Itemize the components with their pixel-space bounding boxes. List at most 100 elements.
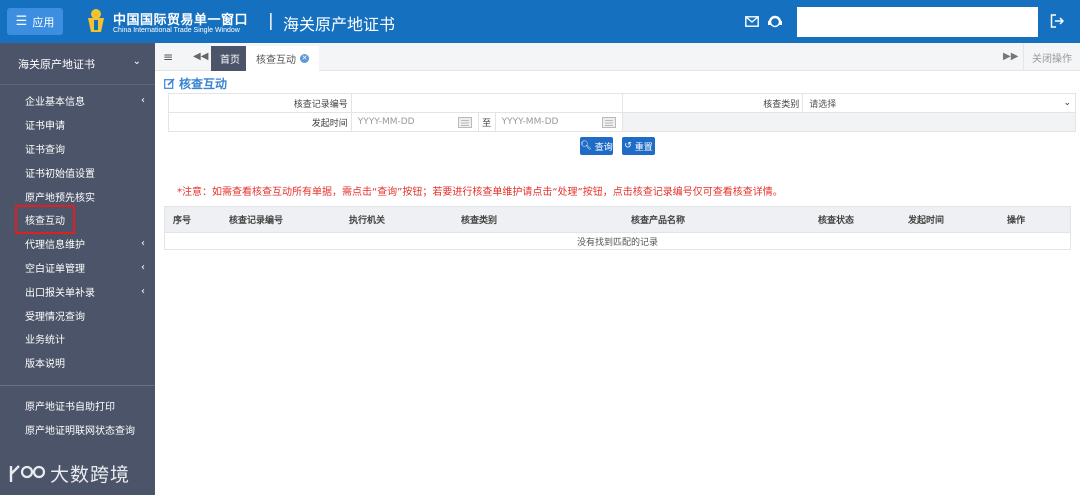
title-separator: | bbox=[268, 11, 274, 31]
watermark-logo-icon bbox=[9, 464, 46, 482]
sidebar-item-label: 证书申请 bbox=[25, 121, 65, 133]
sidebar-item-origin-preverify[interactable]: 原产地预先核实 bbox=[0, 184, 155, 208]
category-label: 核查类别 bbox=[622, 94, 804, 113]
category-select-value: 请选择 bbox=[809, 99, 837, 110]
sidebar-item-blank-forms[interactable]: 空白证单管理 ‹ bbox=[0, 256, 155, 280]
chevron-left-icon: ‹ bbox=[141, 238, 145, 250]
sidebar: 海关原产地证书 ⌄ 企业基本信息 ‹ 证书申请 证书查询 证书初始值设置 原产地… bbox=[0, 43, 155, 495]
support-icon[interactable] bbox=[767, 14, 783, 29]
reset-button[interactable]: ↺ 重置 bbox=[622, 137, 655, 155]
calendar-icon[interactable] bbox=[457, 116, 472, 128]
query-button-label: 查询 bbox=[594, 142, 613, 153]
date-from-placeholder: YYYY-MM-DD bbox=[357, 117, 415, 127]
column-header: 操作 bbox=[1007, 216, 1026, 226]
category-select[interactable]: 请选择 ⌄ bbox=[803, 94, 1076, 113]
sidebar-item-label: 原产地预先核实 bbox=[25, 192, 95, 204]
calendar-icon[interactable] bbox=[601, 116, 616, 128]
chevron-left-icon: ‹ bbox=[141, 261, 145, 273]
brand-name-cn: 中国国际贸易单一窗口 bbox=[113, 13, 249, 28]
tab-scroll-left-icon[interactable]: ◀◀ bbox=[193, 51, 208, 62]
column-header: 核查记录编号 bbox=[229, 216, 284, 226]
tab-bar: ≡ ◀◀ 首页 核查互动 ✕ ▶▶ 关闭操作 bbox=[155, 43, 1080, 71]
query-button[interactable]: 🔍︎ 查询 bbox=[580, 137, 613, 155]
record-no-input[interactable] bbox=[351, 94, 623, 113]
sidebar-item-label: 核查互动 bbox=[15, 205, 75, 235]
app-button-label: 应用 bbox=[32, 15, 55, 29]
sidebar-item-label: 原产地证明联网状态查询 bbox=[25, 425, 135, 437]
column-header: 执行机关 bbox=[349, 216, 386, 226]
customs-emblem-icon bbox=[88, 9, 104, 32]
results-table: 序号 核查记录编号 执行机关 核查类别 核查产品名称 核查状态 发起时间 操作 … bbox=[164, 206, 1071, 250]
sidebar-item-agent-info[interactable]: 代理信息维护 ‹ bbox=[0, 232, 155, 256]
tab-scroll-right-icon[interactable]: ▶▶ bbox=[1003, 51, 1018, 62]
sidebar-item-company-info[interactable]: 企业基本信息 ‹ bbox=[0, 89, 155, 113]
column-header: 发起时间 bbox=[908, 216, 945, 226]
menu-toggle-icon[interactable]: ≡ bbox=[163, 50, 173, 64]
date-from-input[interactable]: YYYY-MM-DD bbox=[351, 113, 479, 132]
sidebar-item-label: 版本说明 bbox=[25, 359, 65, 371]
page-title: 核查互动 bbox=[164, 75, 227, 92]
sidebar-item-label: 代理信息维护 bbox=[25, 240, 85, 252]
chevron-down-icon: ⌄ bbox=[1063, 98, 1071, 108]
close-operations-button[interactable]: 关闭操作 bbox=[1023, 43, 1080, 71]
sidebar-item-label: 企业基本信息 bbox=[25, 97, 85, 109]
sidebar-item-acceptance-query[interactable]: 受理情况查询 bbox=[0, 303, 155, 327]
sidebar-menu: 企业基本信息 ‹ 证书申请 证书查询 证书初始值设置 原产地预先核实 核查互动 … bbox=[0, 85, 155, 441]
app-menu-button[interactable]: ☰ 应用 bbox=[7, 8, 63, 35]
sidebar-section-header[interactable]: 海关原产地证书 ⌄ bbox=[0, 43, 155, 85]
tab-home[interactable]: 首页 bbox=[211, 46, 249, 71]
sidebar-item-label: 证书查询 bbox=[25, 144, 65, 156]
tab-verification-interaction[interactable]: 核查互动 ✕ bbox=[246, 46, 319, 71]
system-title: 海关原产地证书 bbox=[283, 15, 396, 34]
sidebar-item-label: 受理情况查询 bbox=[25, 311, 85, 323]
reset-button-label: 重置 bbox=[634, 142, 653, 153]
empty-table-message: 没有找到匹配的记录 bbox=[165, 232, 1070, 249]
edit-icon bbox=[164, 78, 175, 89]
sidebar-item-version-notes[interactable]: 版本说明 bbox=[0, 351, 155, 375]
logout-icon[interactable] bbox=[1050, 14, 1064, 28]
start-time-label: 发起时间 bbox=[169, 113, 352, 132]
sidebar-item-initial-settings[interactable]: 证书初始值设置 bbox=[0, 160, 155, 184]
sidebar-divider bbox=[0, 384, 155, 386]
sidebar-item-export-declaration[interactable]: 出口报关单补录 ‹ bbox=[0, 279, 155, 303]
search-icon: 🔍︎ bbox=[580, 141, 592, 151]
chevron-left-icon: ‹ bbox=[141, 95, 145, 107]
search-form: 核查记录编号 核查类别 请选择 ⌄ 发起时间 YYYY-MM-DD 至 YYYY… bbox=[168, 93, 1076, 132]
column-header: 核查状态 bbox=[818, 216, 855, 226]
watermark-text: 大数跨境 bbox=[50, 464, 131, 486]
brand-name-en: China International Trade Single Window bbox=[113, 27, 240, 34]
sidebar-item-network-status[interactable]: 原产地证明联网状态查询 bbox=[0, 417, 155, 441]
sidebar-item-label: 业务统计 bbox=[25, 335, 65, 347]
date-to-input[interactable]: YYYY-MM-DD bbox=[495, 113, 623, 132]
watermark: 大数跨境 bbox=[8, 460, 130, 487]
notice-text: *注意：如需查看核查互动所有单据，需点击“查询”按钮；若要进行核查单维护请点击“… bbox=[177, 187, 783, 198]
sidebar-item-verification-interaction[interactable]: 核查互动 bbox=[0, 205, 155, 235]
close-icon[interactable]: ✕ bbox=[300, 54, 309, 63]
sidebar-section-title: 海关原产地证书 bbox=[18, 57, 95, 71]
reset-icon: ↺ bbox=[624, 141, 632, 151]
sidebar-item-label: 空白证单管理 bbox=[25, 263, 85, 275]
column-header: 序号 bbox=[173, 216, 192, 226]
sidebar-item-label: 出口报关单补录 bbox=[25, 287, 95, 299]
top-bar: ☰ 应用 中国国际贸易单一窗口 China International Trad… bbox=[0, 0, 1080, 43]
form-empty-cell bbox=[622, 113, 1076, 132]
column-header: 核查类别 bbox=[461, 216, 498, 226]
date-range-separator: 至 bbox=[478, 113, 496, 132]
date-to-placeholder: YYYY-MM-DD bbox=[501, 117, 559, 127]
tab-label: 核查互动 bbox=[256, 55, 296, 66]
chevron-down-icon: ⌄ bbox=[132, 56, 141, 67]
sidebar-item-self-print[interactable]: 原产地证书自助打印 bbox=[0, 394, 155, 418]
record-no-label: 核查记录编号 bbox=[169, 94, 352, 113]
chevron-left-icon: ‹ bbox=[141, 285, 145, 297]
mail-icon[interactable] bbox=[745, 16, 759, 27]
page-title-text: 核查互动 bbox=[179, 77, 228, 91]
sidebar-item-certificate-query[interactable]: 证书查询 bbox=[0, 137, 155, 161]
sidebar-item-label: 原产地证书自助打印 bbox=[25, 401, 115, 413]
sidebar-item-certificate-apply[interactable]: 证书申请 bbox=[0, 113, 155, 137]
table-header: 序号 核查记录编号 执行机关 核查类别 核查产品名称 核查状态 发起时间 操作 bbox=[165, 207, 1070, 232]
sidebar-item-label: 证书初始值设置 bbox=[25, 168, 95, 180]
menu-icon: ☰ bbox=[15, 14, 28, 29]
header-search-input[interactable] bbox=[797, 7, 1038, 37]
sidebar-item-statistics[interactable]: 业务统计 bbox=[0, 327, 155, 351]
column-header: 核查产品名称 bbox=[631, 216, 686, 226]
